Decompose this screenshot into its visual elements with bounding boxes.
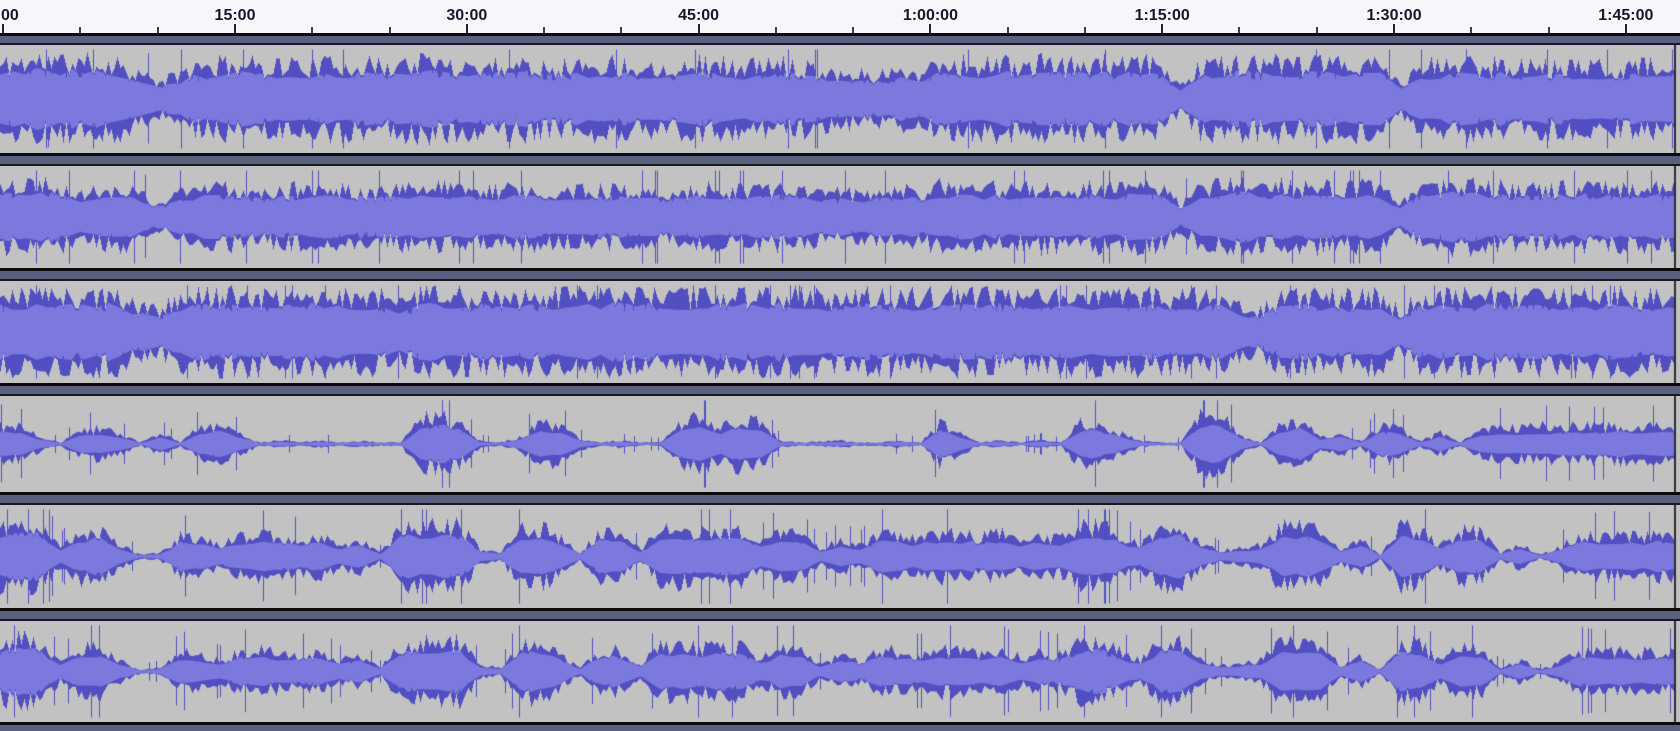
timeline-tick [929, 24, 932, 33]
waveform-canvas[interactable] [0, 166, 1680, 268]
timeline-time-label: 1:15:00 [1134, 7, 1190, 24]
track-separator[interactable] [0, 153, 1680, 166]
timeline-tick [79, 27, 82, 33]
timeline-tick [1393, 24, 1396, 33]
timeline-tick [852, 27, 855, 33]
timeline-tick [156, 27, 159, 33]
waveform-canvas[interactable] [0, 45, 1680, 153]
timeline-tick [1083, 27, 1086, 33]
audio-track-6[interactable] [0, 621, 1680, 722]
timeline-time-label: 1:45:00 [1598, 7, 1654, 24]
timeline-tick [311, 27, 314, 33]
waveform-canvas[interactable] [0, 505, 1680, 608]
timeline-tick [1315, 27, 1318, 33]
timeline-tick [465, 24, 468, 33]
timeline-time-label: 30:00 [446, 7, 488, 24]
timeline-tick [774, 27, 777, 33]
audio-track-3[interactable] [0, 281, 1680, 383]
timeline-tick [1547, 27, 1550, 33]
audio-track-2[interactable] [0, 166, 1680, 268]
waveform-canvas[interactable] [0, 281, 1680, 383]
timeline-tick [1006, 27, 1009, 33]
timeline-tick [1161, 24, 1164, 33]
tracks-bottom-spacer [0, 722, 1680, 731]
timeline-tick [697, 24, 700, 33]
timeline-tick [543, 27, 546, 33]
audio-track-5[interactable] [0, 505, 1680, 608]
tracks-panel [0, 36, 1680, 731]
audio-track-4[interactable] [0, 396, 1680, 492]
track-separator[interactable] [0, 492, 1680, 505]
timeline-tick [620, 27, 623, 33]
audio-track-1[interactable] [0, 45, 1680, 153]
timeline-time-label: 15:00 [214, 7, 256, 24]
waveform-canvas[interactable] [0, 621, 1680, 722]
waveform-canvas[interactable] [0, 396, 1680, 492]
timeline-time-label: 00 [1, 7, 19, 24]
track-separator[interactable] [0, 608, 1680, 621]
track-separator[interactable] [0, 36, 1680, 45]
timeline-ruler[interactable]: 00 15:00 30:00 45:00 1:00:00 1:15:00 1:30:00 1:… [0, 0, 1680, 36]
track-separator[interactable] [0, 383, 1680, 396]
track-separator[interactable] [0, 268, 1680, 281]
timeline-tick [1624, 24, 1627, 33]
timeline-tick [1470, 27, 1473, 33]
audacity-track-window: 00 15:00 30:00 45:00 1:00:00 1:15:00 1:30:00 1:… [0, 0, 1680, 731]
timeline-tick [388, 27, 391, 33]
timeline-time-label: 1:00:00 [902, 7, 958, 24]
timeline-time-label: 1:30:00 [1366, 7, 1422, 24]
timeline-tick [234, 24, 236, 33]
timeline-time-label: 45:00 [678, 7, 720, 24]
timeline-tick [1238, 27, 1241, 33]
timeline-tick [2, 24, 5, 33]
